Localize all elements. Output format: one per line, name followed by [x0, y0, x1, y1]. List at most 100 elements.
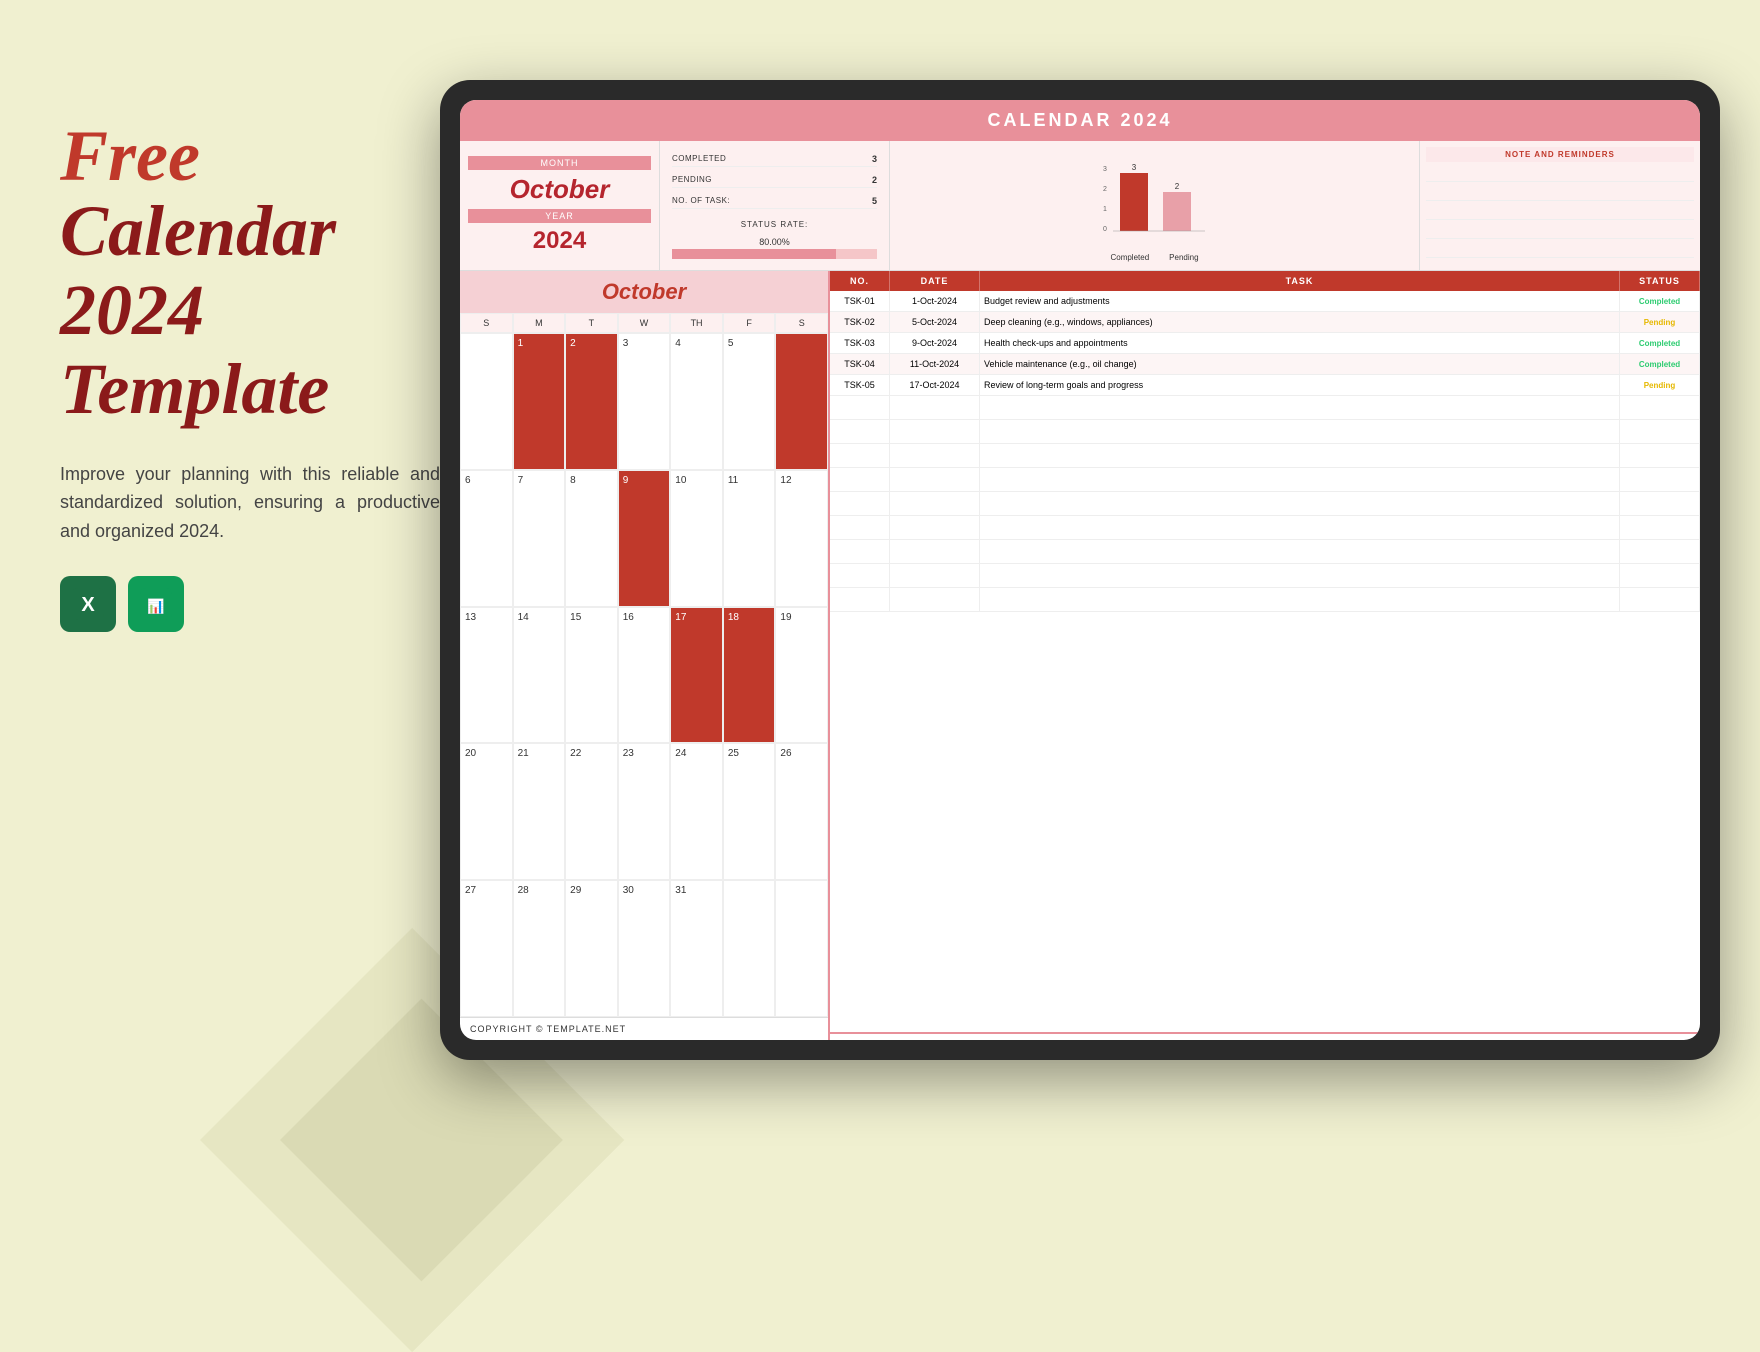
spreadsheet: CALENDAR 2024 MONTH October YEAR 2024 CO… [460, 100, 1700, 1040]
task-status: Completed [1620, 354, 1700, 374]
cal-cell: 8 [565, 470, 618, 607]
cal-cell: 15 [565, 607, 618, 744]
tablet-frame: CALENDAR 2024 MONTH October YEAR 2024 CO… [440, 80, 1720, 1060]
calendar-title: CALENDAR 2024 [460, 100, 1700, 141]
cal-cell: 11 [723, 470, 776, 607]
description-text: Improve your planning with this reliable… [60, 460, 440, 546]
cal-cell: 16 [618, 607, 671, 744]
empty-row [830, 492, 1700, 516]
header-task: TASK [980, 271, 1620, 291]
empty-row [830, 588, 1700, 612]
svg-text:X: X [81, 594, 95, 616]
cal-cell: 3 [618, 333, 671, 470]
cal-cell: 12 [775, 470, 828, 607]
header-status: STATUS [1620, 271, 1700, 291]
cal-cell [775, 880, 828, 1017]
cal-cell: 10 [670, 470, 723, 607]
svg-text:3: 3 [1131, 163, 1136, 172]
task-row: TSK-03 9-Oct-2024 Health check-ups and a… [830, 333, 1700, 354]
notes-block: NOTE AND REMINDERS [1420, 141, 1700, 270]
task-desc: Review of long-term goals and progress [980, 375, 1620, 395]
header-no: NO. [830, 271, 890, 291]
cal-cell [723, 880, 776, 1017]
year-value: 2024 [533, 227, 586, 255]
cal-cell: 2 [565, 333, 618, 470]
cal-cell: 30 [618, 880, 671, 1017]
bar-pending [1163, 192, 1191, 231]
cal-cell: 29 [565, 880, 618, 1017]
month-year-block: MONTH October YEAR 2024 [460, 141, 660, 270]
main-title: Calendar 2024 Template [60, 192, 440, 430]
day-sun: S [460, 313, 513, 333]
notes-line-1 [1426, 166, 1694, 182]
progress-bar-fill [672, 249, 836, 259]
task-no: TSK-01 [830, 291, 890, 311]
notes-header: NOTE AND REMINDERS [1426, 147, 1694, 162]
tasks-section: NO. DATE TASK STATUS TSK-01 1-Oct-2024 B… [830, 271, 1700, 1040]
task-row: TSK-04 11-Oct-2024 Vehicle maintenance (… [830, 354, 1700, 375]
chart-label-completed: Completed [1110, 253, 1149, 262]
top-section: MONTH October YEAR 2024 COMPLETED 3 PEND… [460, 141, 1700, 271]
cal-cell [775, 333, 828, 470]
tasks-header: NO. DATE TASK STATUS [830, 271, 1700, 291]
task-no: TSK-02 [830, 312, 890, 332]
cal-cell: 26 [775, 743, 828, 880]
tasks-footer [830, 1032, 1700, 1040]
task-status: Completed [1620, 291, 1700, 311]
tablet-container: CALENDAR 2024 MONTH October YEAR 2024 CO… [440, 80, 1720, 1060]
day-tue: T [565, 313, 618, 333]
stat-no-of-task: NO. OF TASK: 5 [672, 194, 877, 209]
year-label: YEAR [468, 209, 651, 223]
stat-pending: PENDING 2 [672, 173, 877, 188]
cal-cell: 27 [460, 880, 513, 1017]
calendar-section: October S M T W TH F S [460, 271, 830, 1040]
task-row: TSK-05 17-Oct-2024 Review of long-term g… [830, 375, 1700, 396]
task-status: Completed [1620, 333, 1700, 353]
left-panel: Free Calendar 2024 Template Improve your… [60, 120, 440, 632]
task-row: TSK-02 5-Oct-2024 Deep cleaning (e.g., w… [830, 312, 1700, 333]
cal-cell: 21 [513, 743, 566, 880]
cal-cell: 17 [670, 607, 723, 744]
chart-block: 3 2 1 0 3 2 [890, 141, 1420, 270]
cal-cell: 23 [618, 743, 671, 880]
cal-cell: 9 [618, 470, 671, 607]
svg-text:2: 2 [1174, 182, 1179, 191]
empty-row [830, 564, 1700, 588]
day-thu: TH [670, 313, 723, 333]
notes-line-5 [1426, 242, 1694, 258]
svg-text:3: 3 [1103, 166, 1107, 173]
cal-cell: 1 [513, 333, 566, 470]
free-label: Free [60, 120, 440, 192]
task-no: TSK-03 [830, 333, 890, 353]
empty-row [830, 420, 1700, 444]
month-value: October [510, 174, 610, 205]
cal-cell: 5 [723, 333, 776, 470]
empty-row [830, 540, 1700, 564]
tablet-screen: CALENDAR 2024 MONTH October YEAR 2024 CO… [460, 100, 1700, 1040]
notes-line-2 [1426, 185, 1694, 201]
cal-cell: 24 [670, 743, 723, 880]
svg-text:0: 0 [1103, 226, 1107, 233]
cal-cell: 22 [565, 743, 618, 880]
cal-cell [460, 333, 513, 470]
empty-row [830, 516, 1700, 540]
month-label: MONTH [468, 156, 651, 170]
day-wed: W [618, 313, 671, 333]
empty-row [830, 444, 1700, 468]
task-desc: Budget review and adjustments [980, 291, 1620, 311]
task-date: 11-Oct-2024 [890, 354, 980, 374]
bottom-section: October S M T W TH F S [460, 271, 1700, 1040]
cal-cell: 18 [723, 607, 776, 744]
cal-cell: 19 [775, 607, 828, 744]
svg-text:2: 2 [1103, 186, 1107, 193]
task-desc: Health check-ups and appointments [980, 333, 1620, 353]
task-no: TSK-05 [830, 375, 890, 395]
status-rate-label: STATUS RATE: [672, 220, 877, 229]
cal-cell: 31 [670, 880, 723, 1017]
app-icons-row: X 📊 [60, 576, 440, 632]
cal-cell: 25 [723, 743, 776, 880]
task-date: 1-Oct-2024 [890, 291, 980, 311]
notes-lines [1426, 166, 1694, 264]
notes-line-3 [1426, 204, 1694, 220]
empty-row [830, 396, 1700, 420]
